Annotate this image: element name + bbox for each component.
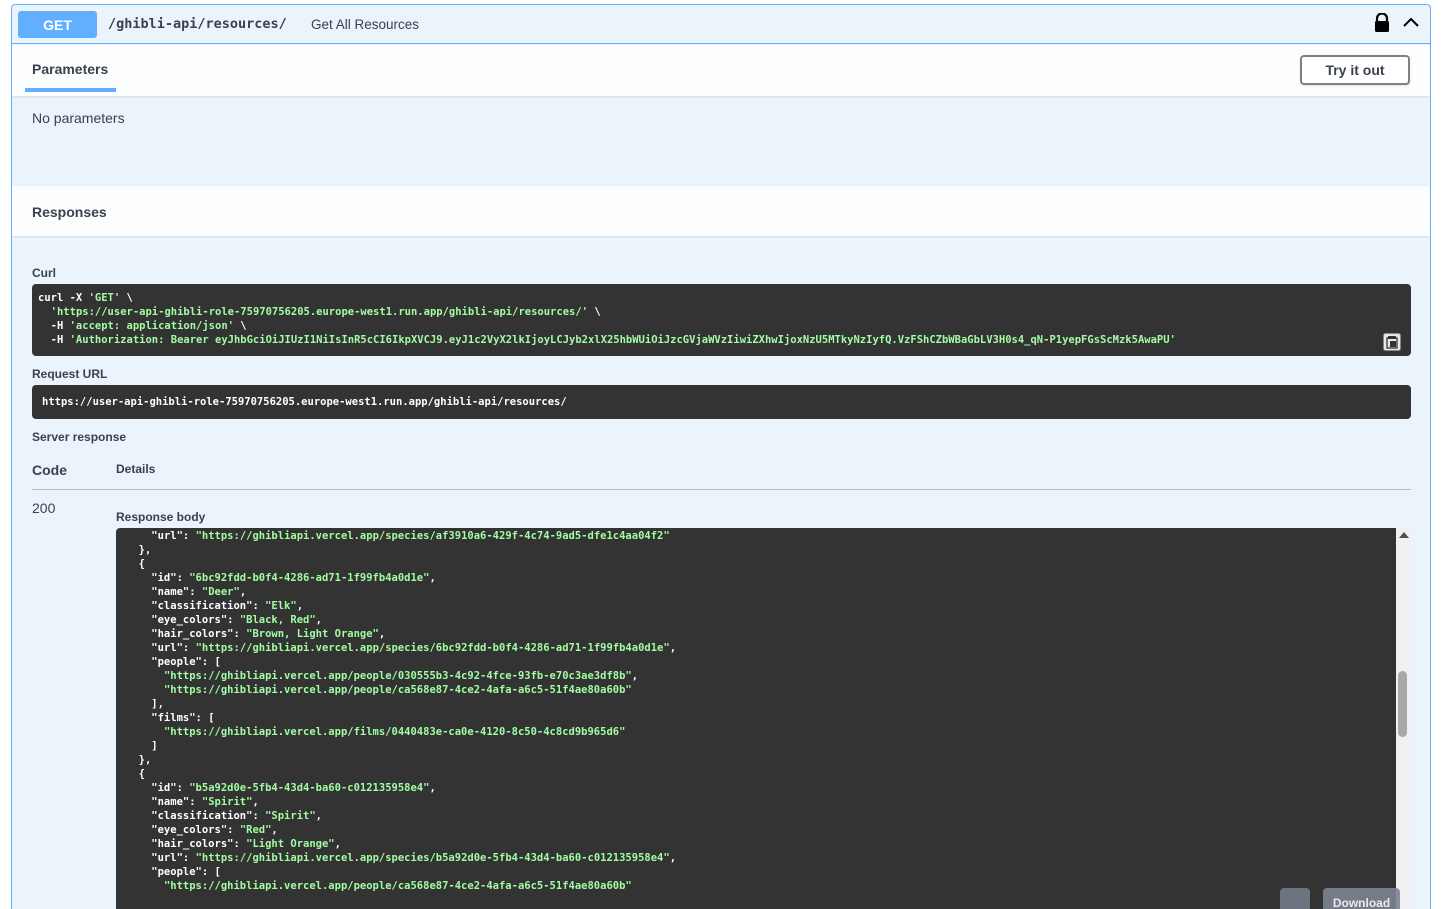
column-code: Code [32,462,67,478]
response-body-text: "url": "https://ghibliapi.vercel.app/spe… [126,529,1386,893]
parameters-header: Parameters Try it out [12,45,1430,96]
endpoint-path[interactable]: /ghibli-api/resources/ [108,16,287,32]
curl-line: curl -X 'GET' \ [38,292,133,304]
scrollbar-thumb[interactable] [1398,671,1407,737]
response-body-line: "films": [ [126,712,215,724]
download-button[interactable]: Download [1323,888,1400,909]
response-body-line: "https://ghibliapi.vercel.app/people/ca5… [163,684,632,696]
column-details: Details [116,462,156,476]
response-body-line: "eye_colors": "Black, Red", [126,614,322,626]
response-body-line: }, [126,754,152,766]
request-url-label: Request URL [32,367,108,381]
curl-line: -H 'Authorization: Bearer eyJhbGciOiJIUz… [38,334,1176,346]
chevron-up-icon[interactable] [1402,15,1420,29]
response-body-line: ], [126,698,164,710]
response-body-line: "https://ghibliapi.vercel.app/people/030… [163,670,639,682]
response-body-line: "id": "b5a92d0e-5fb4-43d4-ba60-c01213595… [126,782,436,794]
response-body-block[interactable]: "url": "https://ghibliapi.vercel.app/spe… [116,528,1396,909]
lock-icon[interactable] [1374,13,1390,33]
curl-label: Curl [32,266,56,280]
response-body-line: { [126,768,145,780]
endpoint-summary-text: Get All Resources [311,17,420,32]
response-body-line: { [126,558,145,570]
response-body-line: "url": "https://ghibliapi.vercel.app/spe… [126,852,677,864]
endpoint-summary[interactable]: GET /ghibli-api/resources/ Get All Resou… [12,5,1430,44]
tab-parameters[interactable]: Parameters [32,61,108,77]
response-body-line: "https://ghibliapi.vercel.app/films/0440… [163,726,626,738]
request-url-value[interactable]: https://user-api-ghibli-role-75970756205… [32,385,1411,419]
scroll-up-arrow-icon[interactable] [1399,532,1409,538]
responses-header: Responses [12,186,1430,236]
tab-active-indicator [25,88,116,92]
response-body-line: "classification": "Spirit", [126,810,322,822]
no-parameters-text: No parameters [32,110,125,126]
clipboard-icon[interactable] [1383,333,1401,351]
response-body-line: "https://ghibliapi.vercel.app/people/ca5… [163,880,632,892]
response-body-line: "id": "6bc92fdd-b0f4-4286-ad71-1f99fb4a0… [126,572,436,584]
curl-command-text: curl -X 'GET' \ 'https://user-api-ghibli… [38,291,1405,347]
response-body-line: "name": "Spirit", [126,796,259,808]
server-response-label: Server response [32,430,127,444]
response-body-line: "eye_colors": "Red", [126,824,278,836]
response-body-line: "people": [ [126,866,221,878]
response-body-line: "url": "https://ghibliapi.vercel.app/spe… [126,642,677,654]
method-badge: GET [18,11,97,38]
response-body-line: "classification": "Elk", [126,600,304,612]
response-body-line: "url": "https://ghibliapi.vercel.app/spe… [151,530,670,542]
curl-command-block[interactable]: curl -X 'GET' \ 'https://user-api-ghibli… [32,284,1411,356]
responses-title: Responses [32,204,107,220]
response-body-line: "people": [ [126,656,221,668]
response-body-line: "name": "Deer", [126,586,247,598]
response-body-label: Response body [116,510,206,524]
response-status-code: 200 [32,500,56,516]
response-copy-button[interactable] [1280,888,1310,909]
curl-line: 'https://user-api-ghibli-role-7597075620… [50,306,601,318]
response-body-line: ] [126,740,158,752]
response-body-line: }, [126,544,152,556]
endpoint-block: GET /ghibli-api/resources/ Get All Resou… [11,4,1431,909]
try-it-out-button[interactable]: Try it out [1300,55,1410,85]
response-body-scrollbar[interactable] [1396,528,1411,909]
response-body-line: "hair_colors": "Brown, Light Orange", [126,628,386,640]
responses-table-header: Code Details [32,460,1411,490]
response-body-line: "hair_colors": "Light Orange", [126,838,341,850]
curl-line: -H 'accept: application/json' \ [38,320,247,332]
